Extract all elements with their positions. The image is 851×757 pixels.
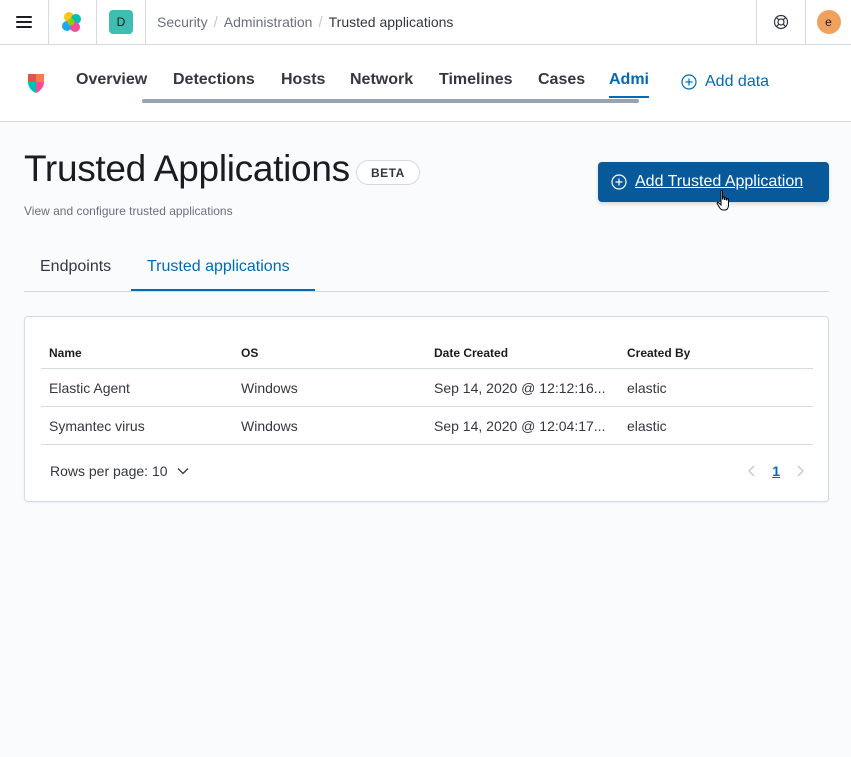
cell-name: Elastic Agent <box>49 379 130 396</box>
column-header-name: Name <box>49 345 82 360</box>
breadcrumb-separator: / <box>213 13 218 31</box>
cell-date-created: Sep 14, 2020 @ 12:12:16... <box>434 379 606 396</box>
breadcrumb: Security / Administration / Trusted appl… <box>157 0 453 44</box>
tab-administration[interactable]: Admi <box>609 71 649 89</box>
active-subtab-indicator <box>131 289 315 291</box>
chevron-down-icon <box>177 468 188 475</box>
elastic-logo-icon <box>62 12 81 32</box>
pointer-cursor-icon <box>716 190 729 211</box>
tab-overview[interactable]: Overview <box>76 71 147 89</box>
rows-per-page-label: Rows per page: 10 <box>50 463 168 479</box>
avatar: e <box>816 10 841 34</box>
tab-hosts[interactable]: Hosts <box>281 71 325 89</box>
column-header-created-by: Created By <box>627 345 691 360</box>
tab-cases[interactable]: Cases <box>538 71 585 89</box>
help-icon <box>773 14 789 30</box>
help-button[interactable] <box>757 0 805 44</box>
add-data-label: Add data <box>705 73 770 90</box>
user-menu-button[interactable]: e <box>806 0 851 44</box>
top-header: D Security / Administration / Trusted ap… <box>0 0 851 45</box>
cell-created-by: elastic <box>627 379 667 396</box>
plus-circle-icon <box>611 174 627 190</box>
cell-created-by: elastic <box>627 417 667 434</box>
page-number-button[interactable]: 1 <box>772 463 780 479</box>
cell-os: Windows <box>241 417 298 434</box>
plus-circle-icon <box>681 74 697 90</box>
tab-trusted-applications[interactable]: Trusted applications <box>131 243 306 291</box>
trusted-apps-panel: Name OS Date Created Created By Elastic … <box>24 316 829 502</box>
pagination: 1 <box>746 463 806 479</box>
tab-detections[interactable]: Detections <box>173 71 255 89</box>
cell-date-created: Sep 14, 2020 @ 12:04:17... <box>434 417 606 434</box>
column-header-os: OS <box>241 345 259 360</box>
table-row[interactable]: Symantec virus Windows Sep 14, 2020 @ 12… <box>41 407 813 445</box>
breadcrumb-separator: / <box>318 13 323 31</box>
tabs-scrollbar[interactable] <box>142 99 639 103</box>
divider <box>145 0 146 44</box>
space-selector[interactable]: D <box>97 0 145 44</box>
subtabs: Endpoints Trusted applications <box>24 243 829 292</box>
add-data-link[interactable]: Add data <box>681 73 769 91</box>
arrow-left-icon[interactable] <box>746 464 758 478</box>
elastic-home-link[interactable] <box>48 0 96 44</box>
app-navigation: Overview Detections Hosts Network Timeli… <box>0 45 851 122</box>
table-row[interactable]: Elastic Agent Windows Sep 14, 2020 @ 12:… <box>41 369 813 407</box>
active-tab-indicator <box>609 96 649 98</box>
arrow-right-icon[interactable] <box>794 464 806 478</box>
breadcrumb-current: Trusted applications <box>328 14 454 30</box>
table-header: Name OS Date Created Created By <box>41 337 813 369</box>
page-title: Trusted Applications <box>24 148 350 189</box>
tab-timelines[interactable]: Timelines <box>439 71 513 89</box>
breadcrumb-administration[interactable]: Administration <box>224 14 313 30</box>
menu-icon <box>16 16 32 28</box>
add-trusted-application-label: Add Trusted Application <box>635 173 804 190</box>
breadcrumb-security[interactable]: Security <box>157 14 208 30</box>
tab-endpoints[interactable]: Endpoints <box>24 243 127 291</box>
cell-os: Windows <box>241 379 298 396</box>
security-app-icon <box>28 74 44 93</box>
app-tabs: Overview Detections Hosts Network Timeli… <box>64 45 651 122</box>
space-avatar: D <box>109 10 133 34</box>
tab-network[interactable]: Network <box>350 71 413 89</box>
menu-button[interactable] <box>0 0 48 44</box>
add-trusted-application-button[interactable]: Add Trusted Application <box>598 162 829 202</box>
cell-name: Symantec virus <box>49 417 145 434</box>
page-description: View and configure trusted applications <box>24 204 233 218</box>
beta-badge: BETA <box>356 160 420 185</box>
column-header-date-created: Date Created <box>434 345 509 360</box>
rows-per-page-selector[interactable]: Rows per page: 10 <box>50 463 190 479</box>
